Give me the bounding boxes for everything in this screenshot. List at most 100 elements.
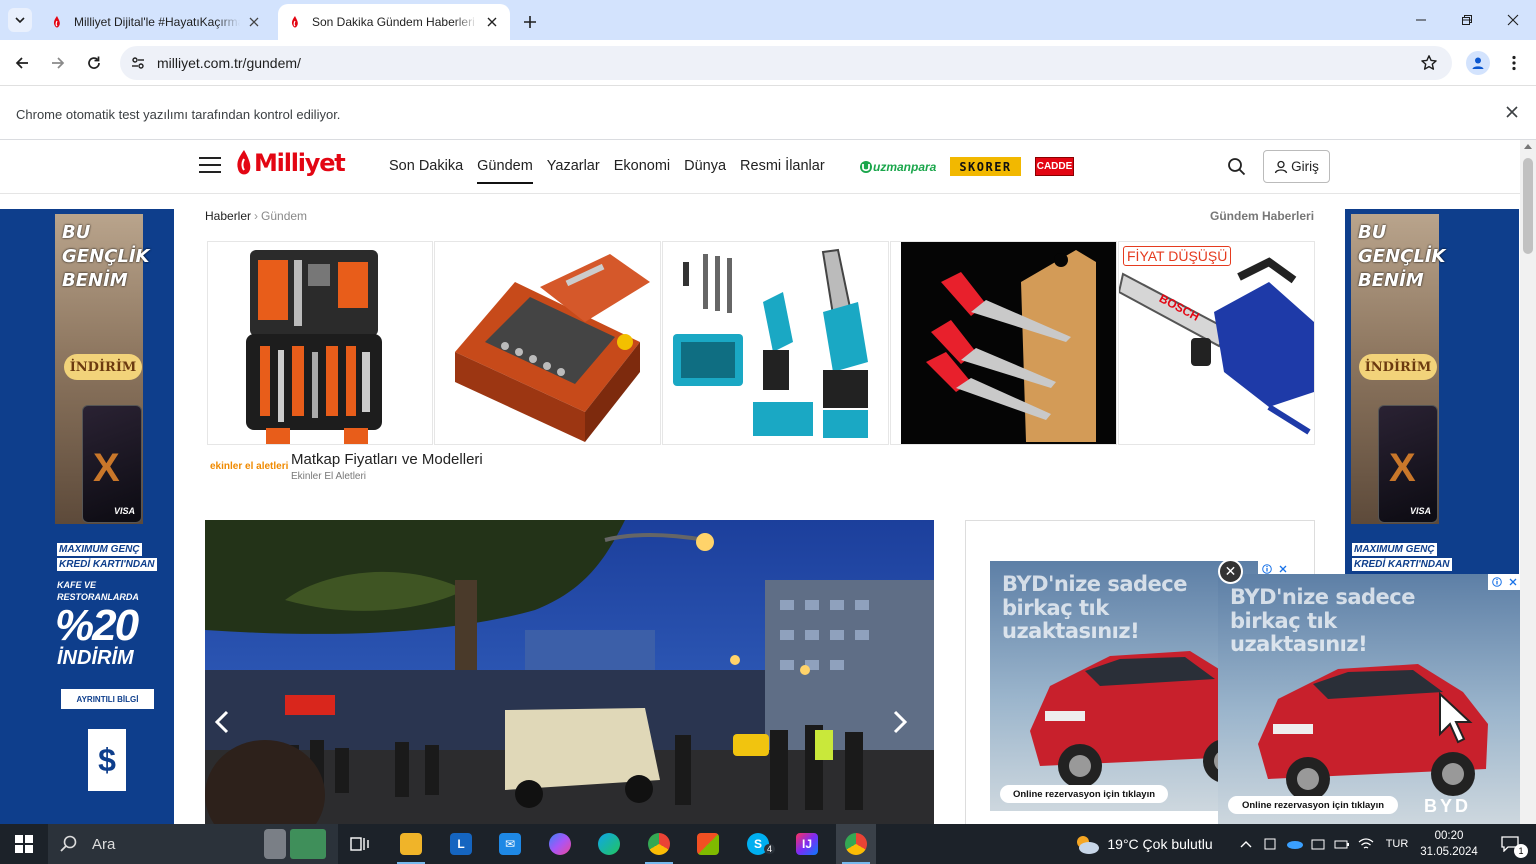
chevron-down-icon [15,17,25,24]
taskbar-store[interactable] [688,824,728,864]
taskbar-mail[interactable]: ✉ [490,824,530,864]
nav-dunya[interactable]: Dünya [684,158,726,184]
cadde-label: CADDE [1036,161,1073,172]
close-tab-icon[interactable] [484,14,500,30]
skorer-link[interactable]: SKORER [950,157,1021,176]
browser-toolbar: milliyet.com.tr/gundem/ [0,40,1536,86]
product-tool-set[interactable] [207,241,433,445]
site-info-icon[interactable] [126,51,150,75]
chevron-left-icon [215,710,229,734]
infobar-message: Chrome otomatik test yazılımı tarafından… [16,107,341,122]
taskbar-file-explorer[interactable] [391,824,431,864]
slider-prev-button[interactable] [215,710,245,750]
restore-window-button[interactable] [1444,0,1490,40]
tab-title: Milliyet Dijital'le #HayatıKaçırma [74,15,240,29]
left-side-banner-ad[interactable]: BU GENÇLİK BENİM İNDİRİM X VISA MAXIMUM G… [0,209,174,824]
system-clock[interactable]: 00:20 31.05.2024 [1420,828,1478,860]
onedrive-icon[interactable] [1283,824,1305,864]
nav-gundem[interactable]: Gündem [477,158,533,184]
wifi-icon[interactable] [1356,824,1376,864]
news-photo [205,520,934,824]
news-slider[interactable] [205,520,934,824]
banner-details-button[interactable]: AYRINTILI BİLGİ [61,689,154,709]
show-hidden-icons-button[interactable] [1236,824,1256,864]
windows-logo-icon [15,835,33,853]
breadcrumb-root[interactable]: Haberler [205,209,251,223]
minimize-window-button[interactable] [1398,0,1444,40]
taskbar-chrome[interactable] [639,824,679,864]
site-search-icon[interactable] [1227,157,1246,181]
slider-next-button[interactable] [893,710,923,750]
infobar-close-icon[interactable] [1506,105,1518,123]
promo-discount: İNDİRİM [57,647,134,669]
tab-search-button[interactable] [8,8,32,32]
new-tab-button[interactable] [518,10,542,34]
notification-center-button[interactable]: 1 [1490,824,1530,864]
product-tool-box[interactable] [434,241,661,445]
language-indicator[interactable]: TUR [1380,824,1414,864]
advertiser-logo[interactable]: ekinler el aletleri [210,461,288,472]
ad-title[interactable]: Matkap Fiyatları ve Modelleri [291,451,483,468]
nav-resmi-ilanlar[interactable]: Resmi İlanlar [740,158,825,184]
bookmark-star-icon[interactable] [1420,54,1438,77]
product-chainsaw-kit[interactable] [662,241,889,445]
knife-set-image [901,242,1116,444]
logo-text: Milliyet [254,149,346,177]
taskbar-skype[interactable]: S4 [738,824,778,864]
chrome-icon [845,833,867,855]
forward-button[interactable] [44,49,72,77]
tab-milliyet-dijital[interactable]: Milliyet Dijital'le #HayatıKaçırma [40,4,272,40]
ad-close-icon[interactable] [1279,565,1287,573]
tray-app-icon[interactable] [1308,824,1328,864]
banner-headline: BU GENÇLİK BENİM [1358,222,1446,291]
browser-menu-button[interactable] [1502,51,1526,75]
uzmanpara-link[interactable]: uzmanpara [859,157,936,176]
more-vert-icon [1512,55,1516,71]
taskbar-app-l[interactable]: L [441,824,481,864]
taskbar-intellij[interactable]: IJ [787,824,827,864]
taskbar-chrome-active[interactable] [836,824,876,864]
hamburger-menu-icon[interactable] [199,157,221,175]
back-button[interactable] [8,49,36,77]
product-knife-set[interactable] [890,241,1117,445]
milliyet-logo[interactable]: Milliyet [234,149,346,177]
close-window-button[interactable] [1490,0,1536,40]
scroll-up-icon[interactable] [1524,144,1532,149]
taskbar-search-box[interactable]: Ara [48,824,338,864]
start-button[interactable] [0,824,48,864]
sticky-byd-ad[interactable]: BYD'nize sadece birkaç tık uzaktasınız! … [1218,574,1520,824]
address-bar[interactable]: milliyet.com.tr/gundem/ [120,46,1452,80]
arrow-right-icon [52,57,65,69]
close-tab-icon[interactable] [246,14,262,30]
ad-close-icon[interactable] [1509,578,1517,586]
tab-son-dakika-gundem[interactable]: Son Dakika Gündem Haberleri [278,4,510,40]
product-carousel-ad[interactable]: BOSCH FİYAT DÜŞÜŞÜ [207,241,1315,445]
promo-line-2: KREDİ KARTI'NDAN [1352,558,1452,571]
taskbar-edge[interactable] [589,824,629,864]
cadde-link[interactable]: CADDE [1035,157,1074,176]
weather-widget[interactable]: 19°C Çok bulutlu [1068,824,1218,864]
profile-avatar[interactable] [1466,51,1490,75]
task-view-button[interactable] [340,824,380,864]
login-button[interactable]: Giriş [1263,150,1330,183]
byd-cta-button[interactable]: Online rezervasyon için tıklayın [1000,785,1168,803]
section-title-link[interactable]: Gündem Haberleri [1210,209,1314,223]
byd-cta-button[interactable]: Online rezervasyon için tıklayın [1228,796,1398,814]
ad-advertiser[interactable]: Ekinler El Aletleri [291,471,366,482]
battery-icon[interactable] [1332,824,1352,864]
nav-ekonomi[interactable]: Ekonomi [614,158,670,184]
search-icon [60,835,77,852]
milliyet-favicon-icon [291,16,298,28]
ad-choices-icon[interactable] [1488,574,1520,590]
page-scrollbar[interactable] [1520,140,1536,824]
product-bosch-chainsaw[interactable]: BOSCH FİYAT DÜŞÜŞÜ [1118,241,1315,445]
nav-yazarlar[interactable]: Yazarlar [547,158,600,184]
credit-card-image: X VISA [1378,405,1438,523]
banner-badge: İNDİRİM [1359,354,1437,380]
tray-device-icon[interactable] [1260,824,1280,864]
scrollbar-thumb[interactable] [1523,158,1533,254]
reload-button[interactable] [80,49,108,77]
taskbar-copilot[interactable] [540,824,580,864]
nav-son-dakika[interactable]: Son Dakika [389,158,463,184]
sticky-ad-close-button[interactable]: ✕ [1218,559,1243,584]
